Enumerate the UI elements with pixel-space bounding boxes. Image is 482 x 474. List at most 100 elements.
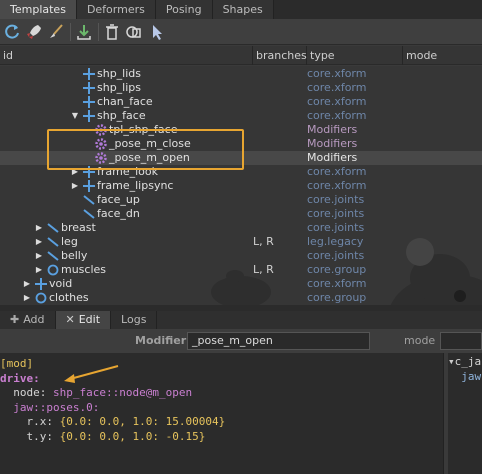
- tree-row[interactable]: chan_face core.xform: [0, 95, 482, 109]
- joints-icon: [83, 195, 95, 205]
- collapse-arrow-icon[interactable]: ▾: [448, 355, 455, 368]
- tree-row-name: shp_lids: [97, 67, 142, 80]
- tree-row-name: tpl_shp_face: [109, 123, 178, 136]
- tree-row-name: face_up: [97, 193, 140, 206]
- tree-row-type: core.group: [307, 291, 367, 304]
- editor-tab-bar: ✚ Add ✕ Edit Logs: [0, 311, 482, 329]
- tree-row[interactable]: ▶ leg L, R leg.legacy: [0, 235, 482, 249]
- tab-add-label: Add: [23, 313, 45, 326]
- tree-row-name: frame_look: [97, 165, 159, 178]
- top-tab-bar: Templates Deformers Posing Shapes: [0, 0, 482, 19]
- side-tree: ▾c_ja jaw: [448, 353, 482, 474]
- toolbar-separator: [70, 23, 71, 41]
- tree-row-type: core.joints: [307, 193, 365, 206]
- joints-icon: [47, 223, 59, 233]
- expand-arrow-icon[interactable]: ▶: [34, 221, 44, 235]
- xform-icon: [83, 166, 95, 178]
- column-mode[interactable]: mode: [403, 46, 482, 65]
- code-editor[interactable]: [mod] drive: node: shp_face::node@m_open…: [0, 353, 443, 474]
- tree-row-selected[interactable]: _pose_m_open Modifiers: [0, 151, 482, 165]
- tree-row-name: _pose_m_close: [109, 137, 191, 150]
- tab-templates[interactable]: Templates: [0, 0, 77, 19]
- modifier-name-field[interactable]: _pose_m_open: [187, 332, 370, 350]
- tree-row-type: core.joints: [307, 207, 365, 220]
- tab-add[interactable]: ✚ Add: [0, 311, 56, 329]
- expand-arrow-icon[interactable]: ▶: [34, 235, 44, 249]
- brush-icon[interactable]: [46, 22, 66, 42]
- tab-edit[interactable]: ✕ Edit: [55, 311, 112, 329]
- tree-row-branches: L, R: [253, 263, 274, 276]
- tree-row[interactable]: ▶ void core.xform: [0, 277, 482, 291]
- import-icon[interactable]: [74, 22, 94, 42]
- tree-row-type: core.group: [307, 263, 367, 276]
- tree-row[interactable]: shp_lids core.xform: [0, 67, 482, 81]
- expand-arrow-icon[interactable]: ▶: [22, 277, 32, 291]
- refresh-icon[interactable]: [2, 22, 22, 42]
- expand-arrow-icon[interactable]: ▶: [34, 249, 44, 263]
- tab-posing[interactable]: Posing: [155, 0, 213, 19]
- tree-row-name: belly: [61, 249, 88, 262]
- tree-row[interactable]: ▶ frame_lipsync core.xform: [0, 179, 482, 193]
- code-line: drive:: [0, 371, 40, 385]
- plus-icon: ✚: [10, 313, 20, 326]
- gear-icon: [95, 124, 107, 136]
- tree-row[interactable]: face_up core.joints: [0, 193, 482, 207]
- tree-row-name: face_dn: [97, 207, 140, 220]
- code-value: {0.0: 0.0, 1.0: 15.00004}: [59, 415, 226, 428]
- tree-row[interactable]: ▶ breast core.joints: [0, 221, 482, 235]
- tree-row-type: Modifiers: [307, 123, 358, 136]
- xform-icon: [83, 82, 95, 94]
- mode-select[interactable]: [440, 332, 482, 350]
- tab-edit-label: Edit: [78, 313, 101, 326]
- tab-deformers[interactable]: Deformers: [76, 0, 156, 19]
- expand-arrow-icon[interactable]: ▶: [22, 291, 32, 305]
- expand-arrow-icon[interactable]: ▶: [70, 179, 80, 193]
- tree-row-type: Modifiers: [307, 151, 358, 164]
- column-branches[interactable]: branches: [253, 46, 307, 65]
- tree-row-name: frame_lipsync: [97, 179, 174, 192]
- tree-row[interactable]: ▼ shp_face core.xform: [0, 109, 482, 123]
- side-panel: ▾c_ja jaw: [443, 353, 482, 474]
- modifier-bar: Modifier _pose_m_open mode: [0, 329, 482, 353]
- tree-row[interactable]: _pose_m_close Modifiers: [0, 137, 482, 151]
- expand-arrow-icon[interactable]: ▶: [70, 165, 80, 179]
- column-type[interactable]: type: [307, 46, 403, 65]
- tree-row[interactable]: tpl_shp_face Modifiers: [0, 123, 482, 137]
- select-arrow-icon[interactable]: [148, 22, 168, 42]
- tree-header: id branches type mode: [0, 46, 482, 65]
- xform-icon: [35, 278, 47, 290]
- tree-row[interactable]: face_dn core.joints: [0, 207, 482, 221]
- xform-icon: [83, 110, 95, 122]
- expand-arrow-icon[interactable]: ▶: [34, 263, 44, 277]
- tree-row[interactable]: ▶ frame_look core.xform: [0, 165, 482, 179]
- tree-row-type: core.xform: [307, 67, 367, 80]
- gear-icon: [95, 152, 107, 164]
- side-item[interactable]: c_ja: [455, 355, 482, 368]
- template-tree: shp_lids core.xform shp_lips core.xform …: [0, 66, 482, 305]
- modifier-label: Modifier: [135, 334, 187, 347]
- collapse-arrow-icon[interactable]: ▼: [70, 109, 80, 123]
- tree-row-name: leg: [61, 235, 78, 248]
- tree-row[interactable]: shp_lips core.xform: [0, 81, 482, 95]
- rocket-icon[interactable]: [24, 22, 44, 42]
- tree-row[interactable]: ▶ muscles L, R core.group: [0, 263, 482, 277]
- trash-icon[interactable]: [102, 22, 122, 42]
- side-item[interactable]: jaw: [461, 370, 481, 383]
- tab-logs[interactable]: Logs: [111, 311, 158, 329]
- tree-row-type: leg.legacy: [307, 235, 364, 248]
- tree-row-name: clothes: [49, 291, 89, 304]
- tools-icon: ✕: [65, 313, 75, 326]
- tree-row[interactable]: ▶ belly core.joints: [0, 249, 482, 263]
- tree-row-type: core.xform: [307, 179, 367, 192]
- code-value: shp_face::node@m_open: [53, 386, 193, 399]
- duplicate-icon[interactable]: [124, 22, 144, 42]
- tree-row[interactable]: ▶ clothes core.group: [0, 291, 482, 305]
- column-id[interactable]: id: [0, 46, 253, 65]
- tree-row-name: chan_face: [97, 95, 153, 108]
- code-key: node:: [13, 386, 53, 399]
- toolbar: [0, 19, 482, 45]
- tree-row-name: shp_face: [97, 109, 146, 122]
- tree-row-type: core.joints: [307, 221, 365, 234]
- tree-row-name: shp_lips: [97, 81, 142, 94]
- tab-shapes[interactable]: Shapes: [212, 0, 274, 19]
